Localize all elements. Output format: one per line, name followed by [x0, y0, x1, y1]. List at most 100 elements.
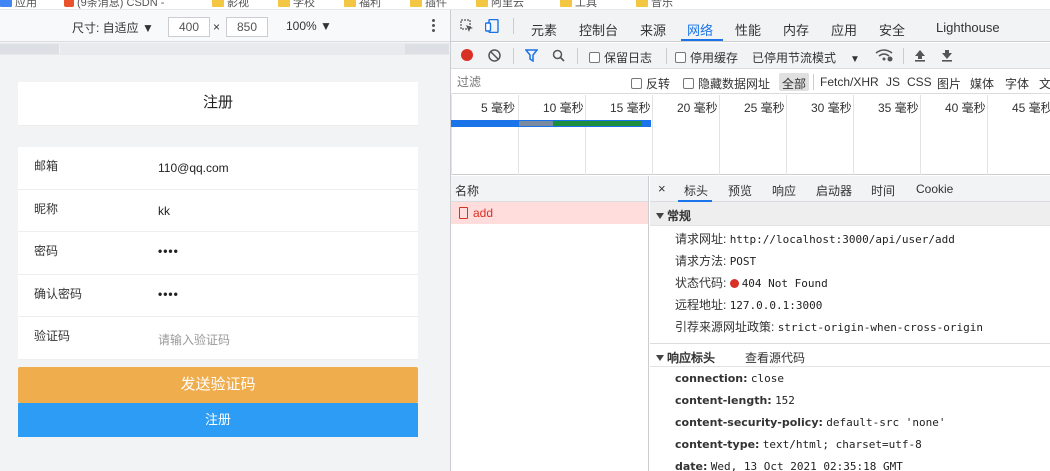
- expand-triangle-icon: [656, 213, 664, 219]
- tab-headers[interactable]: 标头: [684, 182, 708, 199]
- more-options-icon[interactable]: [432, 19, 436, 34]
- ruler-segment[interactable]: [405, 44, 450, 54]
- nickname-label: 昵称: [34, 201, 59, 216]
- media-query-ruler[interactable]: [0, 43, 450, 55]
- bookmark-folder[interactable]: 插件: [410, 0, 447, 9]
- width-input[interactable]: 400: [168, 17, 210, 37]
- filter-icon[interactable]: [525, 49, 538, 62]
- height-input[interactable]: 850: [226, 17, 268, 37]
- ruler-segment[interactable]: [0, 44, 60, 54]
- search-icon[interactable]: [552, 49, 565, 62]
- preserve-log-checkbox[interactable]: 保留日志: [589, 49, 652, 66]
- dimensions-select[interactable]: 尺寸: 自适应 ▼: [72, 19, 154, 36]
- filter-type-doc[interactable]: 文: [1039, 75, 1050, 92]
- view-source-link[interactable]: 查看源代码: [745, 349, 805, 366]
- filter-type-css[interactable]: CSS: [907, 75, 932, 89]
- bookmark-folder[interactable]: 影视: [212, 0, 249, 9]
- response-headers-section-header[interactable]: 响应标头 查看源代码: [650, 343, 1050, 367]
- tab-console[interactable]: 控制台: [579, 20, 618, 39]
- csdn-icon: [64, 0, 74, 7]
- tab-performance[interactable]: 性能: [735, 20, 761, 39]
- bookmark-folder[interactable]: 音乐: [636, 0, 673, 9]
- network-overview-timeline[interactable]: 5 毫秒 10 毫秒 15 毫秒 20 毫秒 25 毫秒 30 毫秒 35 毫秒…: [451, 95, 1050, 175]
- folder-icon: [212, 0, 224, 7]
- inspect-element-icon[interactable]: [460, 19, 474, 33]
- captcha-input[interactable]: 请输入验证码: [158, 331, 230, 348]
- bookmark-folder[interactable]: 福利: [344, 0, 381, 9]
- filter-bar: 反转 隐藏数据网址 全部 Fetch/XHR JS CSS 图片 媒体 字体 文: [451, 70, 1050, 94]
- apps-icon: [0, 0, 12, 7]
- filter-type-media[interactable]: 媒体: [970, 75, 994, 92]
- request-method-row: 请求方法: POST: [675, 254, 757, 268]
- tab-application[interactable]: 应用: [831, 20, 857, 39]
- tab-response[interactable]: 响应: [772, 182, 796, 199]
- device-toggle-icon[interactable]: [485, 19, 499, 33]
- tab-network[interactable]: 网络: [687, 20, 713, 39]
- tick-label: 30 毫秒: [811, 101, 852, 115]
- send-code-button[interactable]: 发送验证码: [18, 366, 418, 403]
- bookmark-folder[interactable]: 学校: [278, 0, 315, 9]
- email-field[interactable]: 邮箱 110@qq.com: [18, 147, 418, 190]
- response-header-row: content-type: text/html; charset=utf-8: [675, 438, 922, 451]
- device-emulation-pane: 尺寸: 自适应 ▼ 400 × 850 100% ▼ 注册 邮箱 110@qq.…: [0, 10, 450, 471]
- network-conditions-icon[interactable]: [875, 48, 893, 63]
- tab-security[interactable]: 安全: [879, 20, 905, 39]
- tab-preview[interactable]: 预览: [728, 182, 752, 199]
- email-value[interactable]: 110@qq.com: [158, 161, 229, 175]
- tab-elements[interactable]: 元素: [531, 20, 557, 39]
- tab-sources[interactable]: 来源: [640, 20, 666, 39]
- email-label: 邮箱: [34, 159, 59, 173]
- password-label: 密码: [34, 244, 59, 258]
- name-column-header[interactable]: 名称: [451, 176, 648, 202]
- password-value[interactable]: ••••: [158, 244, 179, 258]
- nickname-field[interactable]: 昵称 kk: [18, 189, 418, 232]
- request-url-row: 请求网址: http://localhost:3000/api/user/add: [675, 232, 955, 246]
- confirm-password-value[interactable]: ••••: [158, 287, 179, 301]
- nickname-value[interactable]: kk: [158, 204, 170, 218]
- request-details: × 标头 预览 响应 启动器 时间 Cookie 常规 请求网址: http:/…: [650, 176, 1050, 471]
- hide-data-urls-checkbox[interactable]: 隐藏数据网址: [683, 75, 770, 92]
- document-icon: [459, 207, 468, 219]
- request-timing-bar[interactable]: [451, 120, 651, 127]
- response-header-row: content-security-policy: default-src 'no…: [675, 416, 946, 429]
- tab-lighthouse[interactable]: Lighthouse: [936, 20, 1000, 35]
- confirm-password-field[interactable]: 确认密码 ••••: [18, 274, 418, 317]
- disable-cache-checkbox[interactable]: 停用缓存: [675, 49, 738, 66]
- throttling-select[interactable]: 已停用节流模式 ▼: [752, 49, 860, 66]
- tab-initiator[interactable]: 启动器: [816, 182, 852, 199]
- record-icon[interactable]: [461, 49, 473, 61]
- tab-cookies[interactable]: Cookie: [916, 182, 953, 196]
- bookmark-csdn[interactable]: (9条消息) CSDN -: [64, 0, 164, 9]
- filter-input[interactable]: [455, 73, 620, 91]
- close-icon[interactable]: ×: [658, 181, 666, 196]
- password-field[interactable]: 密码 ••••: [18, 232, 418, 275]
- folder-icon: [344, 0, 356, 7]
- zoom-select[interactable]: 100% ▼: [286, 19, 332, 33]
- export-har-icon[interactable]: [941, 49, 953, 62]
- devtools-tabbar: 元素 控制台 来源 网络 性能 内存 应用 安全 Lighthouse: [451, 10, 1050, 42]
- general-section-header[interactable]: 常规: [650, 202, 1050, 226]
- filter-type-fetch-xhr[interactable]: Fetch/XHR: [820, 75, 879, 89]
- tick-label: 35 毫秒: [878, 101, 919, 115]
- emulated-viewport: 注册 邮箱 110@qq.com 昵称 kk 密码 •••• 确认密码 ••••…: [18, 82, 418, 471]
- filter-type-js[interactable]: JS: [886, 75, 900, 89]
- folder-icon: [476, 0, 488, 7]
- devtools-panel: 元素 控制台 来源 网络 性能 内存 应用 安全 Lighthouse 保留日志…: [450, 10, 1050, 471]
- tab-memory[interactable]: 内存: [783, 20, 809, 39]
- register-button[interactable]: 注册: [18, 402, 418, 437]
- request-row[interactable]: add: [451, 202, 648, 224]
- bookmark-folder[interactable]: 阿里云: [476, 0, 524, 9]
- tab-timing[interactable]: 时间: [871, 182, 895, 199]
- import-har-icon[interactable]: [914, 49, 926, 62]
- filter-type-font[interactable]: 字体: [1005, 75, 1029, 92]
- filter-type-img[interactable]: 图片: [937, 75, 961, 92]
- bookmark-apps[interactable]: 应用: [0, 0, 37, 9]
- bookmark-folder[interactable]: 工具: [560, 0, 597, 9]
- captcha-field[interactable]: 验证码 请输入验证码: [18, 317, 418, 360]
- page-title: 注册: [18, 82, 418, 126]
- filter-type-all[interactable]: 全部: [779, 73, 810, 91]
- tick-label: 45 毫秒: [1012, 101, 1050, 115]
- tick-label: 40 毫秒: [945, 101, 986, 115]
- clear-icon[interactable]: [488, 49, 501, 62]
- invert-checkbox[interactable]: 反转: [631, 75, 670, 92]
